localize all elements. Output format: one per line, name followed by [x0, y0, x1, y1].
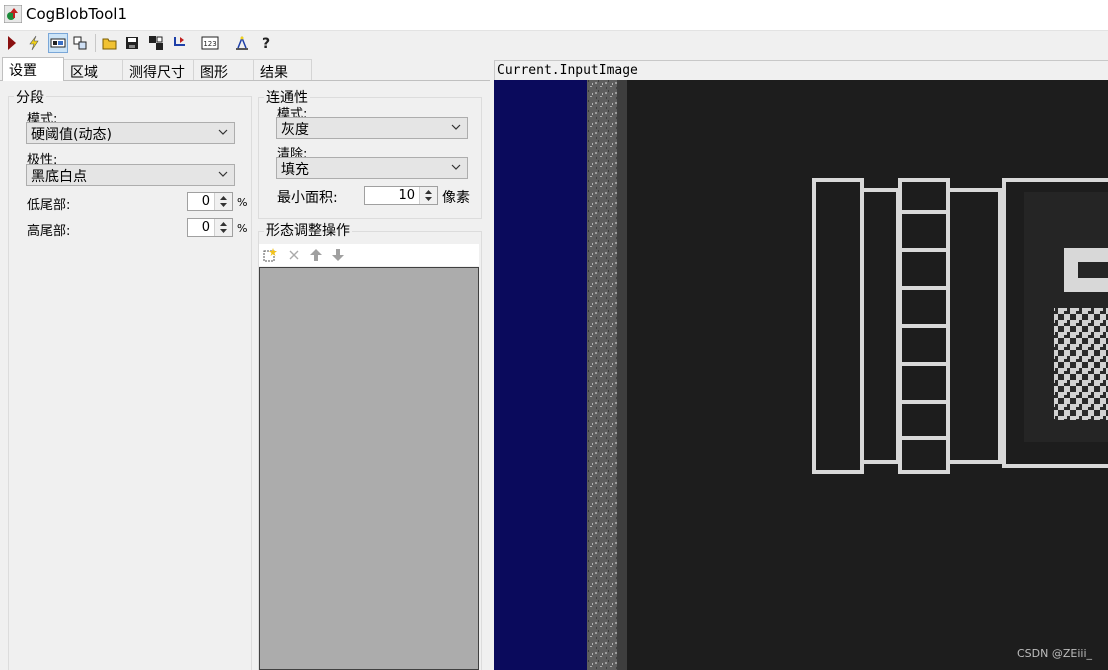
low-tail-percent: %: [237, 196, 248, 209]
low-tail-value: 0: [201, 194, 210, 209]
seg-mode-value: 硬阈值(动态): [31, 127, 112, 143]
watermark: CSDN @ZEiii_: [1016, 647, 1092, 660]
morphology-toolbar: [259, 244, 479, 266]
open-icon[interactable]: [100, 33, 120, 53]
run-icon[interactable]: [2, 33, 22, 53]
morphology-title: 形态调整操作: [264, 220, 352, 240]
spin-buttons[interactable]: [214, 219, 232, 236]
move-down-icon[interactable]: [331, 248, 345, 262]
electric-icon[interactable]: [24, 33, 44, 53]
result-count-icon[interactable]: 123: [200, 33, 220, 53]
seg-mode-select[interactable]: 硬阈值(动态): [26, 122, 235, 144]
image-viewer[interactable]: CSDN @ZEiii_: [494, 80, 1108, 670]
svg-text:?: ?: [262, 36, 270, 51]
delete-icon[interactable]: [287, 248, 301, 262]
segmentation-title: 分段: [14, 87, 46, 107]
viewer-header: Current.InputImage: [494, 60, 1108, 80]
toolbar-separator: [95, 34, 96, 52]
tab-region[interactable]: 区域: [63, 59, 123, 81]
save-icon[interactable]: [122, 33, 142, 53]
viewer-title: Current.InputImage: [497, 63, 638, 78]
cleanup-value: 填充: [281, 162, 309, 178]
min-area-spinner[interactable]: 10: [364, 186, 438, 205]
spin-buttons[interactable]: [214, 193, 232, 210]
chevron-down-icon: [218, 129, 228, 135]
input-image: [494, 80, 1108, 670]
cleanup-select[interactable]: 填充: [276, 157, 468, 179]
help-icon[interactable]: ?: [256, 33, 276, 53]
chevron-down-icon: [451, 124, 461, 130]
tab-results[interactable]: 结果: [253, 59, 312, 81]
title-bar: CogBlobTool1: [0, 0, 1108, 31]
tab-graphics[interactable]: 图形: [193, 59, 254, 81]
toolbar: 123 ?: [0, 31, 1108, 55]
outside-image-region: [494, 80, 587, 670]
reset-stats-icon[interactable]: [170, 33, 190, 53]
conn-mode-value: 灰度: [281, 122, 309, 138]
chevron-down-icon: [218, 171, 228, 177]
min-area-label: 最小面积:: [277, 190, 338, 206]
training-icon[interactable]: [232, 33, 252, 53]
low-tail-spinner[interactable]: 0: [187, 192, 233, 211]
reset-icon[interactable]: [146, 33, 166, 53]
conn-mode-select[interactable]: 灰度: [276, 117, 468, 139]
move-up-icon[interactable]: [309, 248, 323, 262]
chevron-down-icon: [451, 164, 461, 170]
min-area-unit: 像素: [442, 190, 470, 206]
tab-measurements[interactable]: 测得尺寸: [122, 59, 194, 81]
morphology-operations-list[interactable]: [259, 267, 479, 670]
svg-text:123: 123: [203, 40, 216, 48]
tab-settings[interactable]: 设置: [2, 57, 64, 81]
add-icon[interactable]: [263, 248, 277, 262]
spin-buttons[interactable]: [419, 187, 437, 204]
high-tail-percent: %: [237, 222, 248, 235]
low-tail-label: 低尾部:: [27, 198, 71, 213]
polarity-value: 黑底白点: [31, 169, 87, 185]
replace-icon[interactable]: [70, 33, 90, 53]
tab-strip: 设置 区域 测得尺寸 图形 结果: [0, 57, 490, 81]
cog-blob-tool-icon: [4, 5, 22, 23]
high-tail-value: 0: [201, 220, 210, 235]
image-display-icon[interactable]: [48, 33, 68, 53]
min-area-value: 10: [398, 188, 415, 203]
polarity-select[interactable]: 黑底白点: [26, 164, 235, 186]
high-tail-spinner[interactable]: 0: [187, 218, 233, 237]
high-tail-label: 高尾部:: [27, 224, 71, 239]
window-title: CogBlobTool1: [26, 5, 128, 23]
